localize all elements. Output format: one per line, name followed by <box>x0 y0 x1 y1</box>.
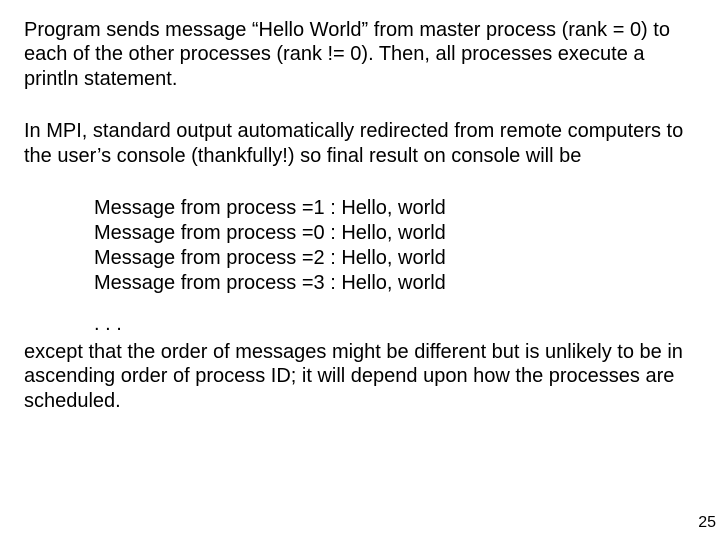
slide: Program sends message “Hello World” from… <box>0 0 720 540</box>
console-line: Message from process =2 : Hello, world <box>94 246 696 271</box>
console-line: Message from process =3 : Hello, world <box>94 271 696 296</box>
console-output-block: Message from process =1 : Hello, world M… <box>94 196 696 296</box>
paragraph-mpi-output: In MPI, standard output automatically re… <box>24 119 696 168</box>
ellipsis: . . . <box>94 314 696 334</box>
paragraph-intro: Program sends message “Hello World” from… <box>24 18 696 91</box>
console-line: Message from process =1 : Hello, world <box>94 196 696 221</box>
page-number: 25 <box>698 514 716 532</box>
paragraph-closing: except that the order of messages might … <box>24 340 696 413</box>
console-line: Message from process =0 : Hello, world <box>94 221 696 246</box>
